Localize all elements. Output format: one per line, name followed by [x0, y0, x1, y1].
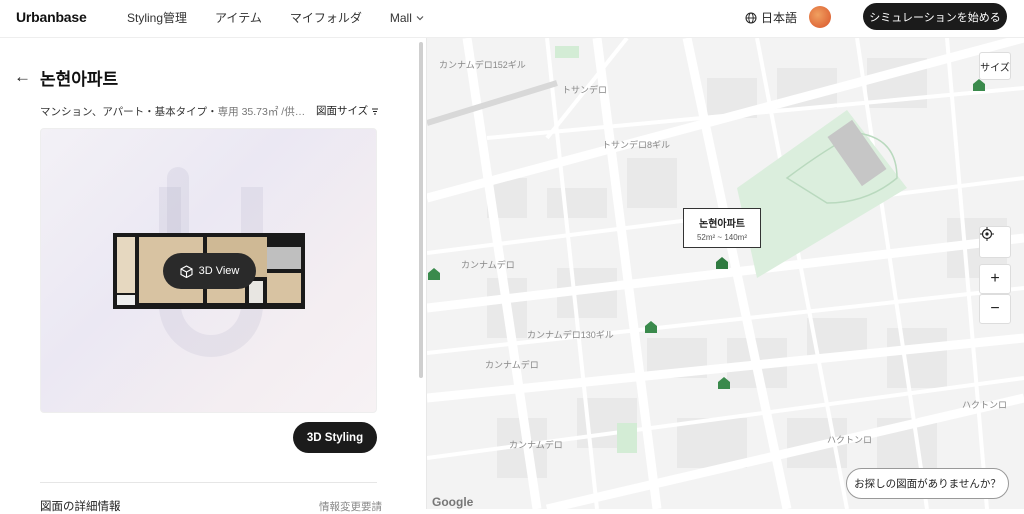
panel-scrollbar[interactable]: [419, 42, 423, 378]
street-label: カンナムデロ130ギル: [527, 330, 614, 340]
meta-type: マンション、アパート・基本タイプ・: [40, 106, 218, 118]
popup-name: 논현아파트: [699, 219, 745, 230]
cube-icon: [180, 264, 193, 278]
language-selector[interactable]: 日本語: [745, 9, 797, 26]
logo[interactable]: Urbanbase: [16, 9, 87, 25]
map-view[interactable]: カンナムデロ152ギル トサンデロ トサンデロ8ギル カンナムデロ カンナムデロ…: [427, 38, 1024, 509]
google-logo: Google: [432, 495, 474, 509]
street-label: ハクトンロ: [962, 400, 1008, 410]
street-label: カンナムデロ: [485, 360, 539, 370]
nav-mall[interactable]: Mall: [390, 9, 424, 26]
map-size-button[interactable]: サイズ: [979, 52, 1011, 80]
start-simulation-button[interactable]: シミュレーションを始める: [863, 3, 1007, 30]
street-label: カンナムデロ: [509, 440, 563, 450]
detail-panel: ← 논현아파트 マンション、アパート・基本タイプ・専用 35.73㎡ /供… 図…: [0, 38, 418, 513]
zoom-in-button[interactable]: +: [979, 264, 1011, 294]
locate-icon[interactable]: [979, 226, 1011, 258]
nav-items[interactable]: アイテム: [215, 9, 262, 26]
selected-apartment-marker[interactable]: [715, 256, 729, 270]
filter-icon: [372, 108, 379, 114]
meta-area: 専用 35.73㎡ /供…: [217, 106, 306, 118]
plan-size-label: 図面サイズ: [316, 105, 369, 117]
apartment-marker[interactable]: [972, 78, 986, 92]
apartment-popup[interactable]: 논현아파트 52m² ~ 140m²: [683, 208, 761, 248]
apartment-marker[interactable]: [427, 267, 441, 281]
main-nav: Styling管理 アイテム マイフォルダ Mall: [127, 9, 424, 26]
apartment-marker[interactable]: [644, 320, 658, 334]
street-label: ハクトンロ: [827, 435, 873, 445]
nav-styling[interactable]: Styling管理: [127, 9, 187, 26]
zoom-out-button[interactable]: −: [979, 294, 1011, 324]
floor-plan-card[interactable]: 3D View: [40, 128, 377, 413]
chevron-down-icon: [416, 15, 424, 20]
street-label: トサンデロ: [562, 85, 608, 95]
street-label: カンナムデロ152ギル: [439, 60, 526, 70]
apartment-marker[interactable]: [717, 376, 731, 390]
street-label: カンナムデロ: [461, 260, 515, 270]
detail-heading: 図面の詳細情報: [40, 501, 121, 513]
request-change-link[interactable]: 情報変更要請: [319, 499, 382, 514]
top-navbar: Urbanbase Styling管理 アイテム マイフォルダ Mall 日本語…: [0, 0, 1024, 38]
popup-area-range: 52m² ~ 140m²: [696, 233, 748, 242]
nav-mall-label: Mall: [389, 10, 412, 25]
page-title: 논현아파트: [40, 70, 119, 89]
3d-view-label: 3D View: [198, 265, 240, 277]
divider: [40, 482, 377, 483]
request-floorplan-button[interactable]: お探しの図面がありませんか？: [846, 468, 1009, 499]
nav-my-folder[interactable]: マイフォルダ: [290, 9, 362, 26]
avatar[interactable]: [809, 6, 831, 28]
3d-view-button[interactable]: 3D View: [163, 253, 256, 289]
3d-styling-button[interactable]: 3D Styling: [293, 422, 377, 453]
arrow-left-icon[interactable]: ←: [14, 67, 31, 87]
language-label: 日本語: [761, 11, 798, 25]
globe-icon: [745, 12, 757, 23]
street-label: トサンデロ8ギル: [602, 140, 671, 150]
apartment-meta: マンション、アパート・基本タイプ・専用 35.73㎡ /供…: [40, 104, 305, 119]
plan-size-dropdown[interactable]: 図面サイズ: [316, 103, 379, 118]
